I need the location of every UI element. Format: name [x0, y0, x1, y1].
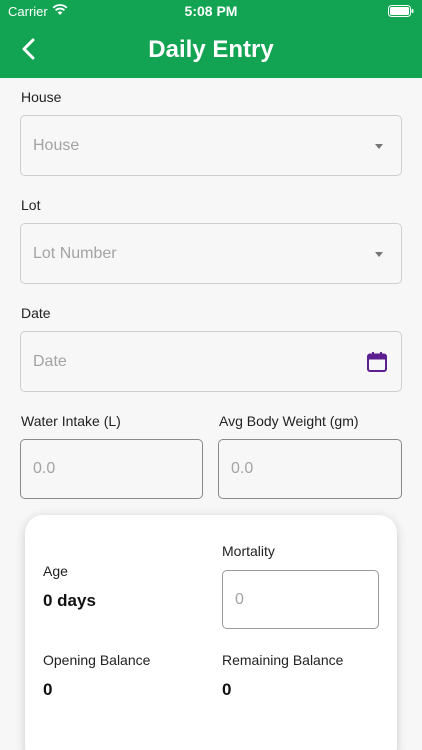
opening-balance-label: Opening Balance [43, 652, 151, 668]
battery-icon [388, 5, 414, 17]
water-intake-input[interactable]: 0.0 [20, 439, 203, 499]
water-intake-label: Water Intake (L) [21, 413, 121, 429]
mortality-label: Mortality [222, 543, 275, 559]
remaining-balance-value: 0 [222, 680, 232, 699]
status-time: 5:08 PM [184, 3, 238, 19]
daily-entry-screen: Carrier 5:08 PM Daily Entry House House [0, 0, 422, 750]
date-placeholder: Date [33, 352, 67, 370]
opening-balance-value: 0 [43, 680, 53, 699]
date-label: Date [21, 305, 51, 321]
avg-body-weight-label: Avg Body Weight (gm) [219, 413, 359, 429]
avg-body-weight-placeholder: 0.0 [231, 460, 254, 477]
caret-down-icon [375, 143, 383, 149]
lot-placeholder: Lot Number [33, 244, 117, 262]
house-dropdown[interactable]: House [20, 115, 402, 176]
page-title: Daily Entry [148, 36, 274, 63]
house-label: House [21, 89, 62, 105]
age-value: 0 days [43, 591, 96, 610]
house-placeholder: House [33, 136, 80, 154]
caret-down-icon [375, 251, 383, 257]
mortality-input[interactable]: 0 [222, 570, 379, 629]
app-header: Carrier 5:08 PM Daily Entry [0, 0, 422, 78]
lot-label: Lot [21, 197, 41, 213]
mortality-placeholder: 0 [235, 590, 244, 608]
age-label: Age [43, 563, 68, 579]
lot-dropdown[interactable]: Lot Number [20, 223, 402, 284]
remaining-balance-label: Remaining Balance [222, 652, 344, 668]
calendar-icon[interactable] [365, 350, 389, 374]
water-intake-placeholder: 0.0 [33, 460, 56, 477]
status-bar: Carrier 5:08 PM [0, 0, 422, 22]
summary-card: Age 0 days Mortality 0 Opening Balance 0… [25, 515, 397, 750]
avg-body-weight-input[interactable]: 0.0 [218, 439, 402, 499]
date-picker-field[interactable]: Date [20, 331, 402, 392]
